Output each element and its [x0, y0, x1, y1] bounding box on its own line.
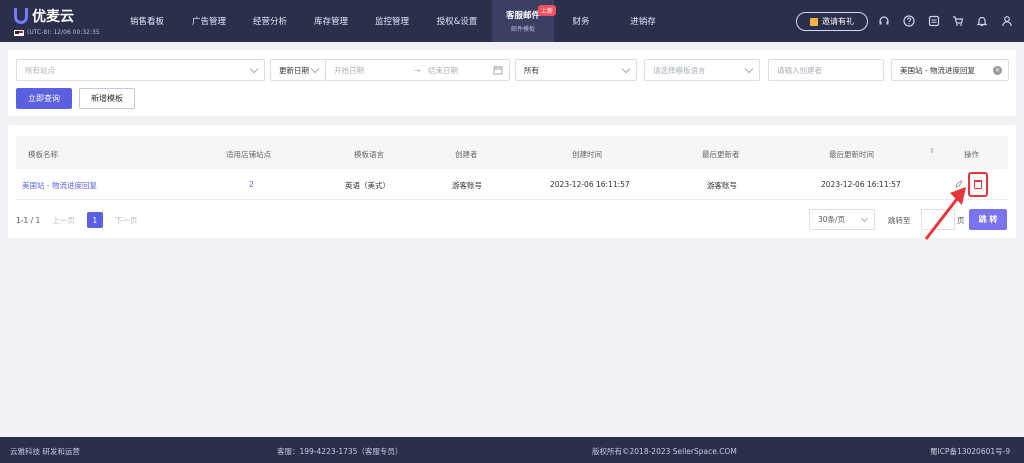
col-actions: 操作 [964, 150, 979, 159]
creator-cell: 游客账号 [452, 181, 482, 190]
col-language: 模板语言 [354, 150, 384, 159]
footer: 云雅科技 研发和运营 客服：199-4223-1735（客服专员） 版权所有©2… [0, 437, 1024, 463]
start-date-input[interactable]: 开始日期 [334, 65, 364, 76]
nav-sub-email-template[interactable]: 邮件模板 [511, 24, 535, 33]
cart-icon[interactable] [951, 14, 964, 27]
footer-company: 云雅科技 研发和运营 [10, 447, 80, 456]
sites-count-link[interactable]: 2 [249, 180, 254, 189]
new-badge: 上新 [537, 5, 556, 16]
invite-button[interactable]: 邀请有礼 [796, 12, 868, 31]
nav-finance[interactable]: 财务 [558, 0, 604, 42]
created-time-cell: 2023-12-06 16:11:57 [550, 180, 630, 189]
chevron-down-icon [744, 64, 754, 74]
table-header: 模板名称 适用店铺站点 模板语言 创建者 创建时间 最后更新者 最后更新时间 ⇕… [16, 136, 1008, 169]
end-date-input[interactable]: 结束日期 [428, 65, 458, 76]
calendar-icon [493, 65, 503, 77]
delete-highlight-box [968, 172, 988, 197]
jump-button[interactable]: 跳 转 [969, 209, 1007, 230]
page-number-button[interactable]: 1 [86, 212, 103, 228]
updater-cell: 游客账号 [707, 181, 737, 190]
page-range: 1-1 / 1 [16, 215, 41, 225]
nav-purchase-sales-stock[interactable]: 进销存 [614, 0, 672, 42]
headset-icon[interactable] [877, 14, 890, 27]
page-size-select[interactable]: 30条/页 [809, 209, 875, 230]
top-nav: 优麦云 (UTC-8): 12/06 00:32:35 销售看板 广告管理 经营… [0, 0, 1024, 42]
nav-analysis[interactable]: 经营分析 [241, 0, 299, 42]
nav-auth-settings[interactable]: 授权&设置 [425, 0, 489, 42]
chevron-down-icon [621, 64, 631, 74]
site-select[interactable]: 所有站点 [16, 59, 265, 81]
sort-icon[interactable]: ⇕ [929, 147, 935, 155]
status-select[interactable]: 所有 [515, 59, 637, 81]
nav-ads[interactable]: 广告管理 [180, 0, 238, 42]
language-select[interactable]: 请选择模板语言 [644, 59, 760, 81]
nav-customer-email[interactable]: 客服邮件 邮件模板 上新 [492, 0, 556, 42]
logo-icon [14, 8, 28, 24]
nav-inventory[interactable]: 库存管理 [302, 0, 360, 42]
logo-text: 优麦云 [32, 9, 74, 25]
updated-time-cell: 2023-12-06 16:11:57 [821, 180, 901, 189]
col-created-time: 创建时间 [572, 150, 602, 159]
user-icon[interactable] [1000, 14, 1013, 27]
timezone-display: (UTC-8): 12/06 00:32:35 [14, 29, 100, 36]
jump-label: 跳转至 [888, 216, 911, 225]
col-updated-time: 最后更新时间 [829, 150, 874, 159]
footer-copyright: 版权所有©2018-2023 SellerSpace.COM [592, 447, 737, 456]
date-type-select[interactable]: 更新日期 [270, 59, 326, 81]
next-page-button[interactable]: 下一页 [115, 215, 138, 226]
language-cell: 英语（美式） [345, 181, 390, 190]
template-name-link[interactable]: 美国站 - 物流进度回复 [22, 180, 97, 191]
prev-page-button[interactable]: 上一页 [52, 215, 75, 226]
chevron-down-icon [310, 64, 320, 74]
clear-icon[interactable]: ✕ [993, 66, 1002, 75]
gift-icon [810, 17, 818, 26]
add-template-button[interactable]: 新增模板 [79, 88, 135, 109]
table-row: 美国站 - 物流进度回复 2 英语（美式） 游客账号 2023-12-06 16… [16, 169, 1008, 200]
nav-monitor[interactable]: 监控管理 [363, 0, 421, 42]
chevron-down-icon [860, 214, 869, 223]
timezone-text: (UTC-8): 12/06 00:32:35 [27, 29, 100, 36]
template-name-input[interactable]: 美国站 - 物流进度回复 ✕ [891, 59, 1009, 81]
query-button[interactable]: 立即查询 [16, 88, 72, 109]
col-updater: 最后更新者 [702, 150, 740, 159]
table-panel: 模板名称 适用店铺站点 模板语言 创建者 创建时间 最后更新者 最后更新时间 ⇕… [8, 125, 1016, 238]
bell-icon[interactable] [975, 14, 988, 27]
range-arrow: → [414, 65, 421, 75]
col-sites: 适用店铺站点 [226, 150, 271, 159]
us-flag-icon [14, 29, 24, 36]
filter-panel: 所有站点 更新日期 开始日期 → 结束日期 所有 请选择模板语言 请输入创建者 … [8, 50, 1016, 116]
date-range-picker[interactable]: 开始日期 → 结束日期 [325, 59, 510, 81]
logo[interactable]: 优麦云 [14, 6, 74, 26]
pagination: 1-1 / 1 上一页 1 下一页 [16, 212, 137, 228]
footer-support: 客服：199-4223-1735（客服专员） [277, 447, 403, 456]
trash-icon[interactable] [974, 180, 982, 189]
nav-sales-board[interactable]: 销售看板 [118, 0, 176, 42]
footer-icp[interactable]: 蜀ICP备13020601号-9 [930, 446, 1010, 457]
help-icon[interactable] [902, 14, 915, 27]
col-template-name: 模板名称 [28, 150, 58, 159]
annotation-arrow-icon [924, 187, 966, 240]
creator-input[interactable]: 请输入创建者 [768, 59, 884, 81]
col-creator: 创建者 [455, 150, 478, 159]
chevron-down-icon [249, 64, 259, 74]
message-icon[interactable] [927, 14, 940, 27]
